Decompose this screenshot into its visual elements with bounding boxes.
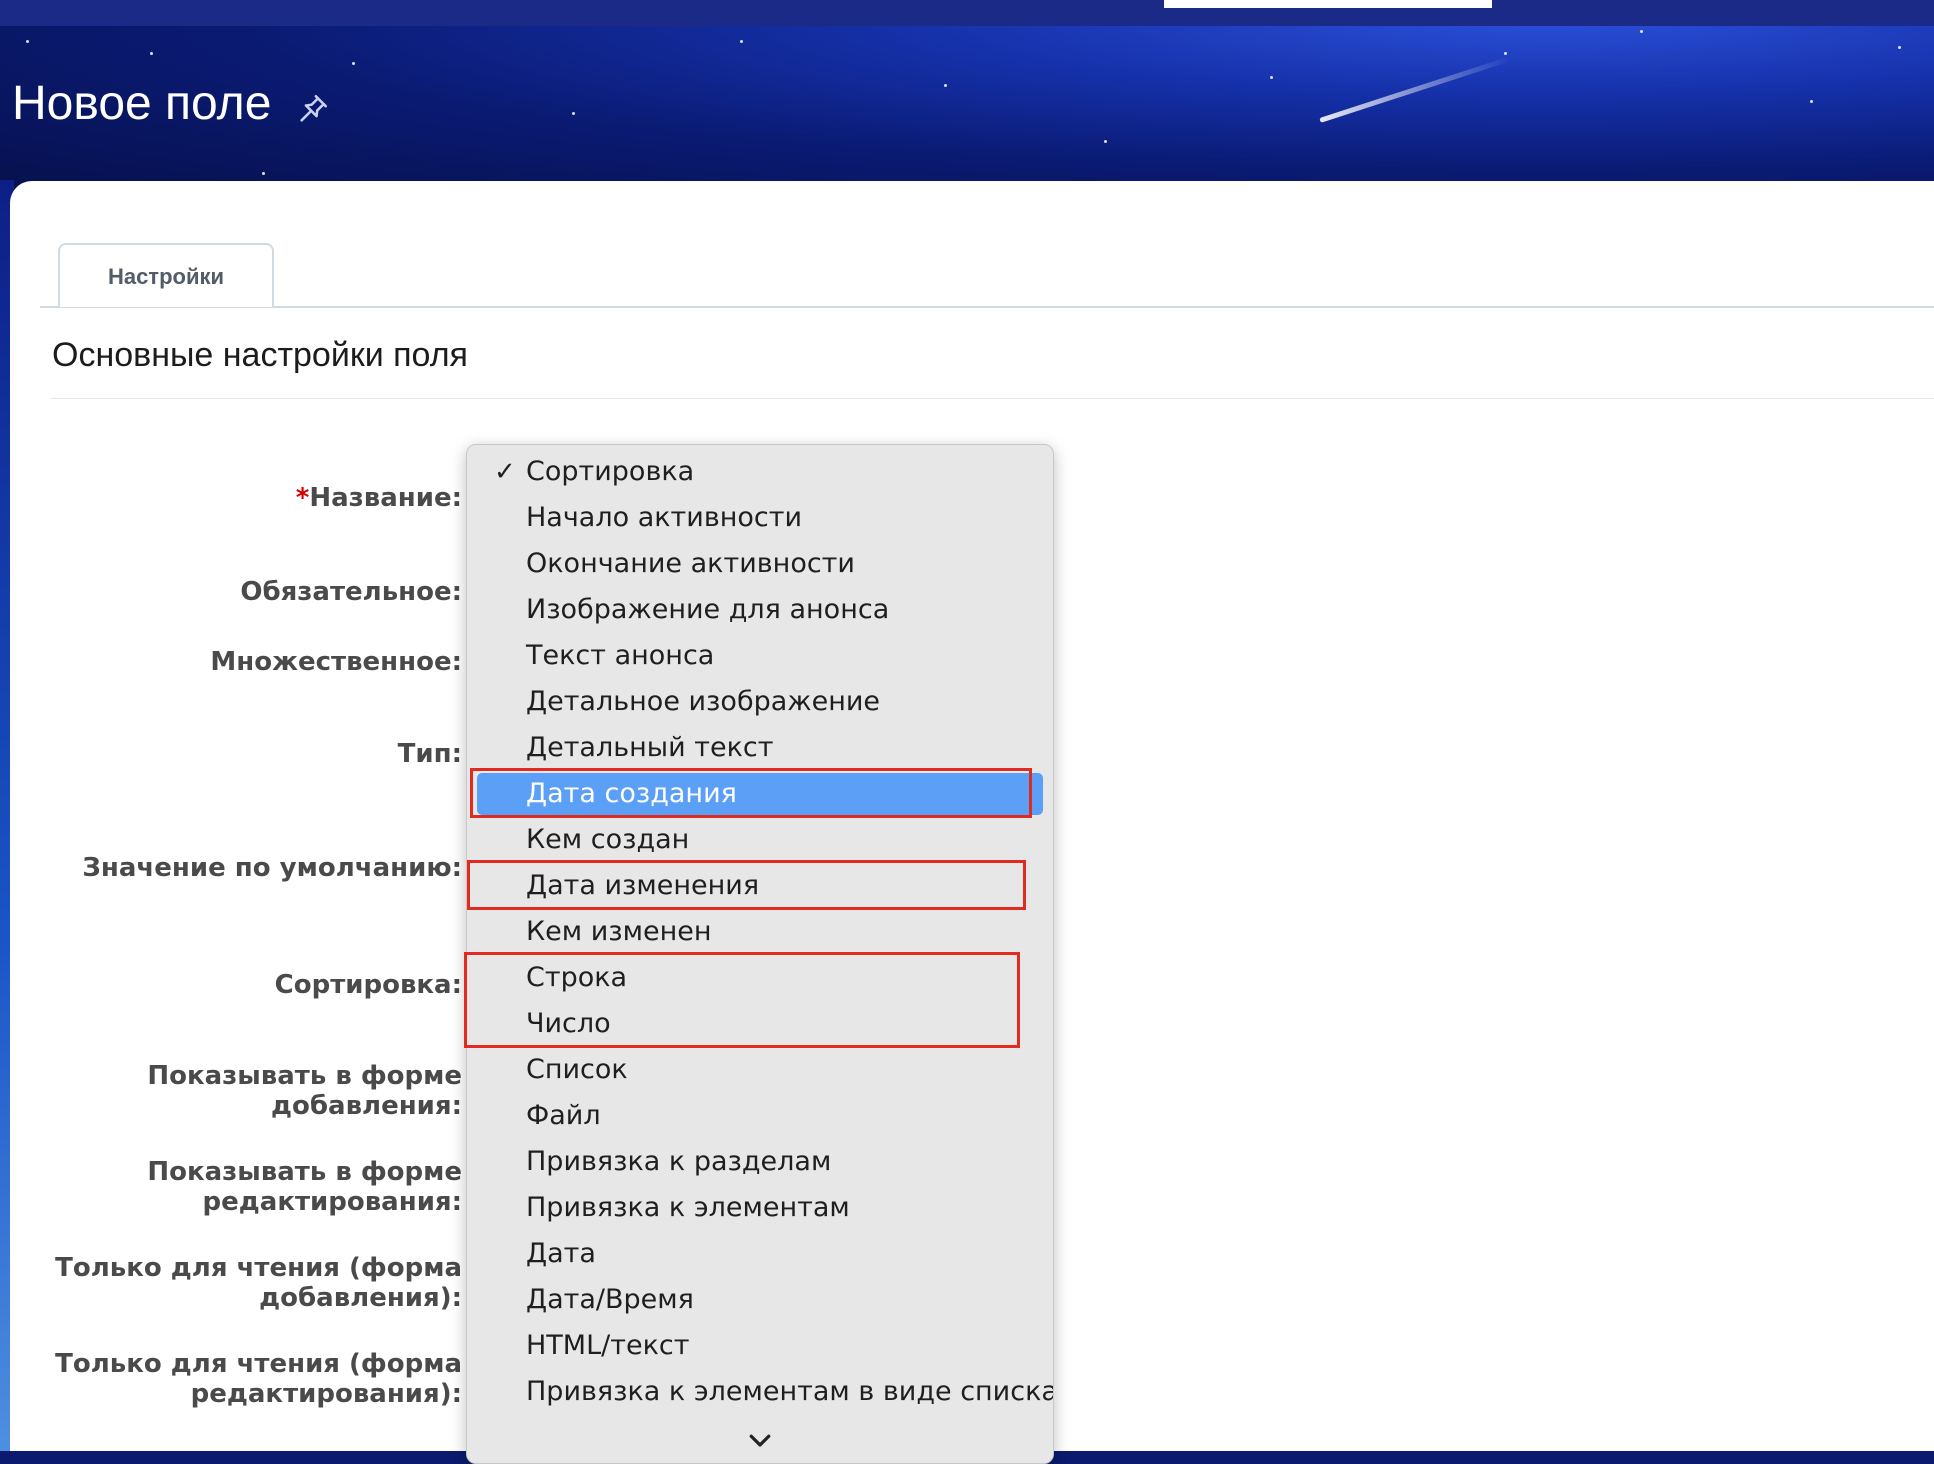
label-required: Обязательное:: [240, 577, 462, 607]
required-marker: *: [295, 483, 310, 513]
label-default-value: Значение по умолчанию:: [82, 853, 462, 883]
dropdown-option[interactable]: Файл: [477, 1095, 1043, 1137]
dropdown-option[interactable]: Изображение для анонса: [477, 589, 1043, 631]
dropdown-option[interactable]: Привязка к элементам: [477, 1187, 1043, 1229]
label-line: добавления:: [271, 1091, 462, 1121]
page-title: Новое поле: [12, 77, 272, 130]
dropdown-option[interactable]: Кем изменен: [477, 911, 1043, 953]
star-decoration: [26, 40, 29, 43]
dropdown-option[interactable]: ✓ Сортировка: [477, 451, 1043, 493]
label-line: Только для чтения (форма: [55, 1349, 462, 1379]
type-select-dropdown[interactable]: Привязка к элементам в виде списка HTML/т…: [466, 444, 1054, 1464]
comet-decoration: [1319, 56, 1511, 123]
checkmark-icon: ✓: [494, 457, 516, 487]
tab-bar-divider: [40, 306, 1934, 308]
dropdown-option[interactable]: HTML/текст: [477, 1325, 1043, 1367]
label-readonly-add-form: Только для чтения (форма добавления):: [22, 1253, 462, 1313]
star-decoration: [1898, 46, 1901, 49]
dropdown-option[interactable]: Детальное изображение: [477, 681, 1043, 723]
dropdown-option[interactable]: Дата: [477, 1233, 1043, 1275]
dropdown-option[interactable]: Окончание активности: [477, 543, 1043, 585]
tab-settings[interactable]: Настройки: [58, 243, 274, 307]
label-show-in-edit-form: Показывать в форме редактирования:: [22, 1157, 462, 1217]
star-decoration: [150, 52, 153, 55]
dropdown-option[interactable]: Число: [477, 1003, 1043, 1045]
dropdown-option[interactable]: Список: [477, 1049, 1043, 1091]
top-nav-tab[interactable]: [1164, 0, 1492, 8]
label-type: Тип:: [397, 739, 462, 769]
label-multiple: Множественное:: [210, 647, 462, 677]
star-decoration: [1504, 52, 1507, 55]
label-line: редактирования):: [190, 1379, 462, 1409]
label-show-in-add-form: Показывать в форме добавления:: [22, 1061, 462, 1121]
star-decoration: [352, 62, 355, 65]
label-name-text: Название:: [309, 483, 462, 513]
label-readonly-edit-form: Только для чтения (форма редактирования)…: [22, 1349, 462, 1409]
star-decoration: [1270, 76, 1273, 79]
label-line: Только для чтения (форма: [55, 1253, 462, 1283]
star-decoration: [1104, 140, 1107, 143]
label-name: *Название:: [22, 483, 462, 513]
dropdown-option[interactable]: Дата изменения: [477, 865, 1043, 907]
star-decoration: [572, 112, 575, 115]
dropdown-option[interactable]: Привязка к разделам: [477, 1141, 1043, 1183]
star-decoration: [1810, 100, 1813, 103]
label-line: Показывать в форме: [147, 1061, 462, 1091]
dropdown-option[interactable]: Текст анонса: [477, 635, 1043, 677]
dropdown-option-label: Сортировка: [526, 456, 695, 487]
dropdown-option[interactable]: Начало активности: [477, 497, 1043, 539]
dropdown-option[interactable]: Дата создания: [477, 773, 1043, 815]
star-decoration: [1640, 30, 1643, 33]
section-divider: [50, 398, 1934, 399]
label-sort: Сортировка:: [274, 970, 462, 1000]
dropdown-option[interactable]: Детальный текст: [477, 727, 1043, 769]
star-decoration: [944, 84, 947, 87]
dropdown-option[interactable]: Строка: [477, 957, 1043, 999]
header-banner: Новое поле: [0, 0, 1934, 200]
dropdown-option[interactable]: Кем создан: [477, 819, 1043, 861]
label-line: добавления):: [259, 1283, 462, 1313]
star-decoration: [262, 172, 265, 175]
top-nav-strip: [0, 0, 1934, 26]
star-decoration: [740, 40, 743, 43]
dropdown-option[interactable]: Дата/Время: [477, 1279, 1043, 1321]
dropdown-option[interactable]: Привязка к элементам в виде списка: [477, 1371, 1053, 1413]
label-line: редактирования:: [202, 1187, 462, 1217]
pin-icon[interactable]: [296, 92, 330, 126]
section-title: Основные настройки поля: [52, 336, 468, 374]
label-line: Показывать в форме: [147, 1157, 462, 1187]
